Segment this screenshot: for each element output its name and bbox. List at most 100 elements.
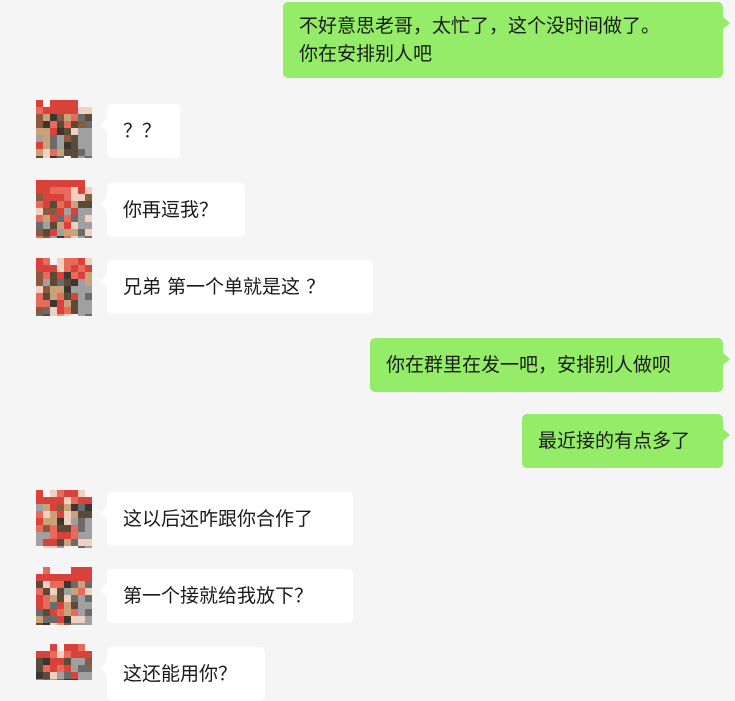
avatar-pixel [43,272,50,279]
avatar-pixel [57,546,64,548]
avatar-pixel [43,616,50,623]
avatar-pixel [71,497,78,504]
avatar-pixel [36,672,43,679]
avatar-pixel [50,546,57,548]
message-text: 这以后还咋跟你合作了 [123,508,314,530]
avatar-pixel [64,121,71,128]
avatar-pixel [71,546,78,548]
avatar-pixel [36,314,43,316]
avatar-pixel [43,497,50,504]
avatar-pixel [71,581,78,588]
avatar[interactable] [36,490,92,548]
avatar-pixel [43,532,50,539]
avatar-pixel [50,532,57,539]
avatar-pixel [78,258,85,265]
avatar-pixel [36,286,43,293]
avatar[interactable] [36,567,92,625]
message-bubble-incoming[interactable]: 这还能用你？ [100,647,265,701]
avatar-pixel [85,258,92,265]
message-bubble-incoming[interactable]: 你再逗我？ [100,183,245,237]
avatar-pixel [50,307,57,314]
avatar-pixel [36,265,43,272]
avatar-pixel [43,644,50,651]
avatar-pixel [85,149,92,156]
avatar-pixel [50,511,57,518]
avatar-pixel [43,279,50,286]
message-bubble-incoming[interactable]: ？？ [100,104,180,158]
avatar-pixel [64,180,71,187]
avatar-pixel [71,490,78,497]
avatar-pixel [36,142,43,149]
avatar-pixel [78,229,85,236]
avatar[interactable] [36,258,92,316]
avatar-pixel [50,156,57,158]
avatar-pixel [85,623,92,625]
avatar-pixel [71,574,78,581]
avatar-pixel [50,609,57,616]
avatar-pixel [64,644,71,651]
chat-message-list[interactable]: 不好意思老哥，太忙了，这个没时间做了。 你在安排别人吧 ？？ 你再逗我？ 兄弟 … [0,0,735,701]
avatar-pixel [85,229,92,236]
message-bubble-outgoing[interactable]: 你在群里在发一吧，安排别人做呗 [370,338,730,392]
avatar-pixel [36,156,43,158]
avatar-pixel [64,602,71,609]
avatar-pixel [50,539,57,546]
avatar-pixel [43,658,50,665]
avatar-pixel [64,314,71,316]
avatar-pixel [36,208,43,215]
avatar-pixel [78,525,85,532]
avatar-pixel [78,567,85,574]
avatar-pixel [78,194,85,201]
avatar-pixel [57,602,64,609]
avatar-pixel [57,121,64,128]
avatar-pixel [50,616,57,623]
avatar-pixel [78,272,85,279]
avatar-pixel [36,567,43,574]
avatar-pixel [36,518,43,525]
message-bubble-outgoing[interactable]: 不好意思老哥，太忙了，这个没时间做了。 你在安排别人吧 [283,2,730,78]
avatar-pixel [64,194,71,201]
avatar-pixel [36,588,43,595]
avatar-pixel [71,595,78,602]
avatar-pixel [64,229,71,236]
pixelated-avatar-icon [36,258,92,316]
avatar-pixel [78,187,85,194]
message-bubble-incoming[interactable]: 这以后还咋跟你合作了 [100,492,353,546]
avatar-pixel [43,588,50,595]
avatar-pixel [64,665,71,672]
avatar-pixel [43,215,50,222]
message-bubble-outgoing[interactable]: 最近接的有点多了 [522,414,730,468]
avatar-pixel [43,293,50,300]
avatar-pixel [71,567,78,574]
avatar-pixel [43,142,50,149]
avatar-pixel [64,581,71,588]
avatar-pixel [85,187,92,194]
avatar-pixel [36,623,43,625]
message-text: 兄弟 第一个单就是这 ？ [123,276,326,298]
avatar-pixel [43,265,50,272]
avatar-pixel [57,623,64,625]
avatar-pixel [64,504,71,511]
avatar-pixel [50,286,57,293]
avatar-pixel [78,588,85,595]
message-bubble-incoming[interactable]: 第一个接就给我放下？ [100,569,353,623]
avatar-pixel [85,595,92,602]
avatar-pixel [64,265,71,272]
avatar-pixel [57,114,64,121]
avatar-pixel [36,307,43,314]
avatar-pixel [43,201,50,208]
pixelated-avatar-icon [36,567,92,625]
avatar-pixel [43,194,50,201]
avatar-pixel [36,114,43,121]
message-bubble-incoming[interactable]: 兄弟 第一个单就是这 ？ [100,260,373,314]
avatar-pixel [36,665,43,672]
avatar-pixel [71,187,78,194]
avatar-pixel [50,236,57,238]
avatar[interactable] [36,100,92,158]
avatar[interactable] [36,180,92,238]
avatar-pixel [50,595,57,602]
avatar-pixel [36,293,43,300]
avatar[interactable] [36,644,92,680]
avatar-pixel [71,602,78,609]
avatar-pixel [50,258,57,265]
